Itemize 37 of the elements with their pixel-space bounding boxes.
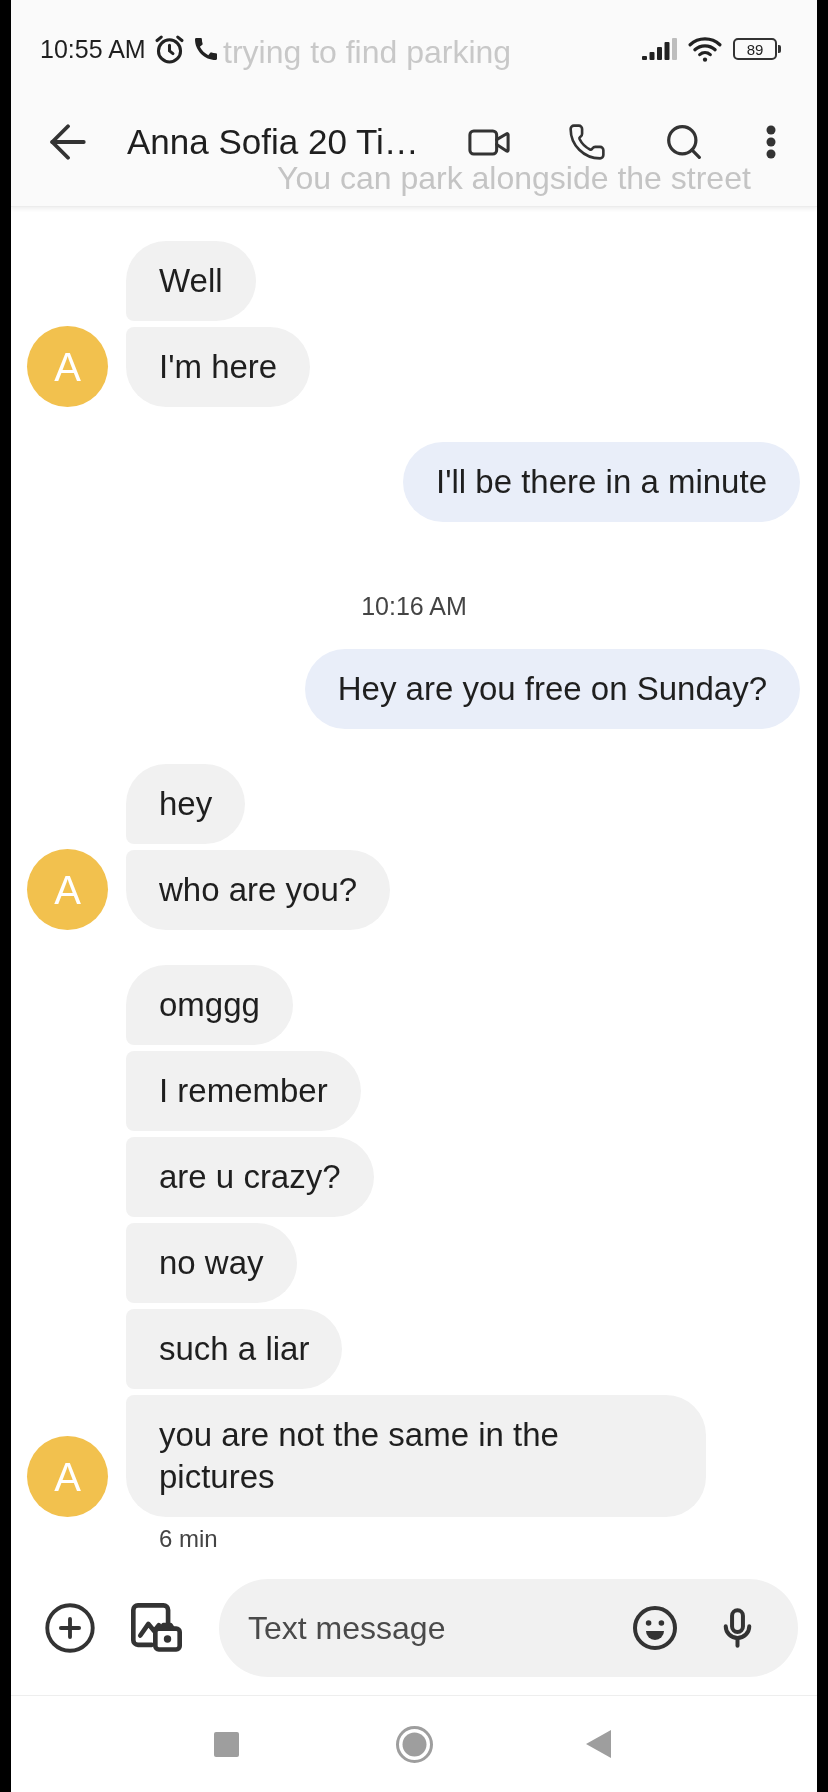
signal-bars-icon — [642, 38, 678, 60]
emoji-icon[interactable] — [633, 1606, 677, 1650]
conversation-timestamp: 10:16 AM — [361, 591, 467, 621]
status-time: 10:55 AM — [40, 36, 146, 62]
conversation-title: Anna Sofia 20 Ti… — [127, 121, 419, 163]
add-plus-icon[interactable] — [45, 1603, 95, 1653]
phone-icon — [194, 38, 217, 60]
message-bubble: Well — [126, 241, 256, 321]
wifi-icon — [688, 35, 722, 63]
message-bubble: Hey are you free on Sunday? — [304, 649, 800, 729]
video-camera-icon[interactable] — [468, 128, 510, 156]
battery-indicator: 89 — [733, 38, 781, 60]
message-bubble: I'm here — [126, 327, 311, 407]
message-time: 6 min — [159, 1525, 218, 1553]
back-triangle-icon[interactable] — [586, 1730, 611, 1758]
message-bubble: you are not the same in the pictures — [126, 1395, 706, 1517]
gallery-camera-icon[interactable] — [131, 1603, 182, 1653]
home-circle-icon[interactable] — [396, 1725, 433, 1763]
message-bubble: omggg — [126, 965, 293, 1045]
message-bubble: hey — [126, 764, 246, 844]
message-bubble: such a liar — [126, 1309, 343, 1389]
phone-icon[interactable] — [569, 124, 605, 160]
recents-square-icon[interactable] — [214, 1731, 239, 1757]
message-bubble: no way — [126, 1223, 297, 1303]
contact-avatar: A — [27, 1436, 108, 1517]
message-bubble: are u crazy? — [126, 1137, 374, 1217]
more-options-icon[interactable] — [766, 125, 776, 159]
message-bubble: I remember — [126, 1051, 361, 1131]
contact-avatar: A — [27, 849, 108, 930]
alarm-clock-icon — [154, 34, 184, 64]
contact-avatar: A — [27, 326, 108, 407]
message-bubble: I'll be there in a minute — [403, 442, 800, 522]
search-icon[interactable] — [667, 125, 701, 159]
microphone-icon[interactable] — [723, 1608, 752, 1648]
message-field[interactable]: Text message — [219, 1579, 798, 1677]
message-input[interactable]: Text message — [248, 1606, 633, 1650]
message-bubble: who are you? — [126, 850, 391, 930]
